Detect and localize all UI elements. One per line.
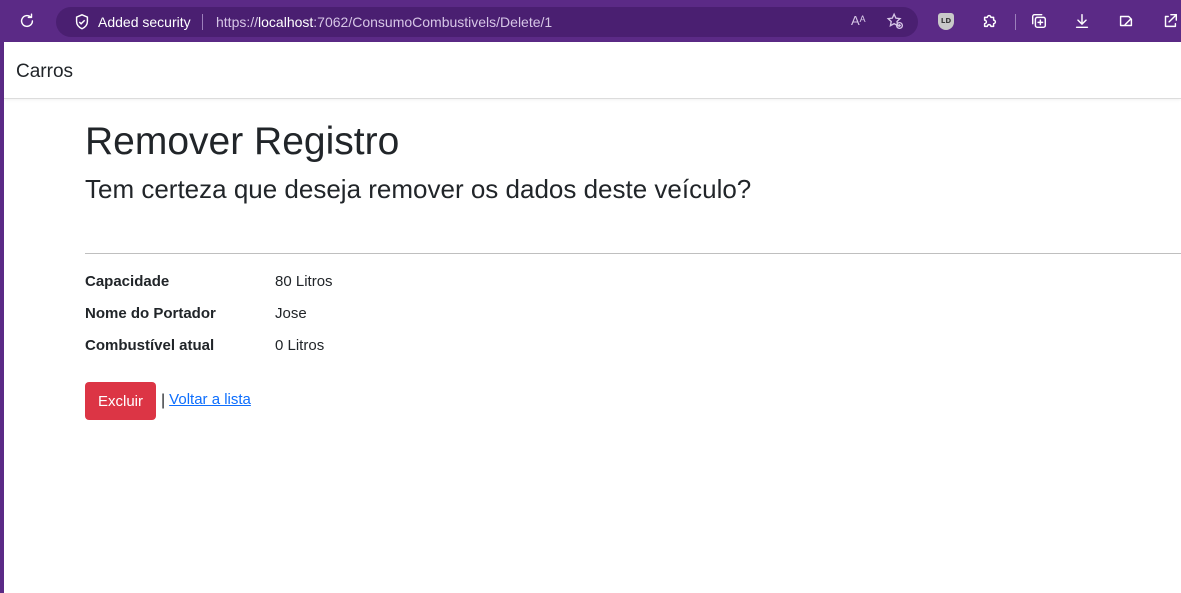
shield-icon[interactable] — [73, 13, 91, 31]
download-icon[interactable] — [1072, 11, 1092, 31]
action-separator: | — [161, 392, 166, 409]
extension-ld-badge: LD — [938, 12, 954, 30]
extension-ld-icon[interactable]: LD — [936, 11, 956, 31]
detail-label: Capacidade — [85, 273, 170, 290]
puzzle-icon[interactable] — [980, 11, 1000, 31]
share-icon[interactable] — [1160, 11, 1180, 31]
navbar: Carros — [4, 42, 1181, 99]
url-text[interactable]: https://localhost:7062/ConsumoCombustive… — [216, 14, 552, 30]
url-scheme: https:// — [216, 14, 259, 30]
divider — [85, 253, 1181, 254]
confirmation-question: Tem certeza que deseja remover os dados … — [85, 174, 752, 204]
page-title: Remover Registro — [85, 120, 400, 163]
toolbar-separator — [1015, 14, 1016, 30]
security-label[interactable]: Added security — [98, 14, 191, 30]
copilot-icon[interactable] — [1116, 11, 1136, 31]
url-host: localhost — [258, 14, 314, 30]
delete-button[interactable]: Excluir — [85, 382, 157, 420]
url-path: :7062/ConsumoCombustivels/Delete/1 — [313, 14, 553, 30]
collections-icon[interactable] — [1029, 11, 1049, 31]
window-frame — [0, 42, 4, 593]
detail-label: Combustível atual — [85, 337, 215, 354]
browser-toolbar: Added security https://localhost:7062/Co… — [0, 0, 1181, 42]
refresh-icon[interactable] — [17, 11, 37, 31]
read-aloud-icon[interactable]: Aᴬ — [851, 13, 866, 28]
navbar-brand[interactable]: Carros — [16, 61, 73, 83]
address-bar[interactable]: Added security https://localhost:7062/Co… — [56, 7, 918, 37]
address-separator — [202, 14, 203, 30]
form-actions: Excluir | Voltar a lista — [85, 382, 251, 420]
add-favorite-icon[interactable] — [886, 12, 906, 32]
detail-value: Jose — [275, 305, 307, 322]
detail-value: 0 Litros — [275, 337, 325, 354]
back-to-list-link[interactable]: Voltar a lista — [169, 391, 251, 408]
detail-value: 80 Litros — [275, 273, 333, 290]
detail-label: Nome do Portador — [85, 305, 216, 322]
